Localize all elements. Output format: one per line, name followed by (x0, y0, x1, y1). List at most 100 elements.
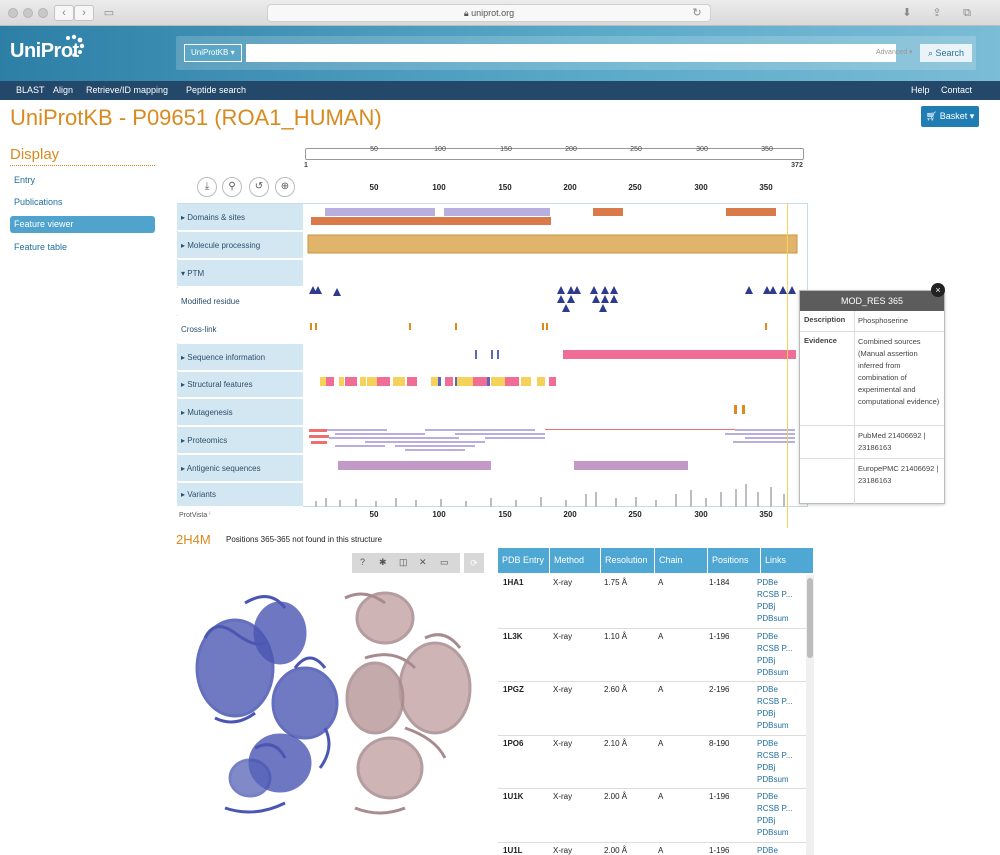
track-ptm[interactable]: ▾ PTM (177, 260, 303, 287)
track-domains-sites[interactable]: ▸ Domains & sites (177, 204, 303, 231)
pdb-link[interactable]: RCSB P... (754, 750, 792, 762)
close-window-button[interactable] (8, 8, 18, 18)
col-chain[interactable]: Chain (655, 548, 708, 573)
col-method[interactable]: Method (550, 548, 601, 573)
pdb-link[interactable]: PDBe (754, 684, 778, 696)
track-mutagenesis[interactable]: ▸ Mutagenesis (177, 399, 303, 426)
tooltip-europepmc-row[interactable]: EuropePMC 21406692 | 23186163 (800, 459, 944, 503)
pdb-link[interactable]: PDBe (754, 791, 778, 803)
region-1[interactable] (311, 217, 431, 225)
table-scrollbar-thumb[interactable] (807, 578, 813, 658)
share-icon[interactable]: ⇪ (928, 5, 946, 21)
back-button[interactable]: ‹ (54, 5, 74, 21)
chain-feature[interactable] (307, 234, 798, 254)
help-icon[interactable]: ? (360, 557, 365, 567)
track-sequence-information[interactable]: ▸ Sequence information (177, 344, 303, 371)
col-positions[interactable]: Positions (708, 548, 761, 573)
sidebar-item-entry[interactable]: Entry (10, 172, 155, 189)
nav-align[interactable]: Align (53, 85, 73, 95)
cross-link-markers[interactable] (310, 323, 767, 330)
sidebar-item-feature-table[interactable]: Feature table (10, 239, 155, 256)
seq-conflict[interactable] (475, 350, 477, 359)
pdb-link[interactable]: PDBe (754, 631, 778, 643)
track-antigenic-sequences[interactable]: ▸ Antigenic sequences (177, 455, 303, 482)
track-molecule-processing[interactable]: ▸ Molecule processing (177, 232, 303, 259)
pdb-link[interactable]: PDBj (754, 708, 775, 720)
mutagenesis-site[interactable] (742, 405, 745, 414)
pdb-link[interactable]: RCSB P... (754, 589, 792, 601)
track-proteomics[interactable]: ▸ Proteomics (177, 427, 303, 454)
track-structural-features[interactable]: ▸ Structural features (177, 372, 303, 398)
nav-help[interactable]: Help (911, 85, 930, 95)
sequence-ruler[interactable]: 50 100 150 200 250 300 350 1 372 (304, 143, 804, 169)
pdb-link[interactable]: PDBj (754, 655, 775, 667)
sidebar-item-feature-viewer[interactable]: Feature viewer (10, 216, 155, 233)
address-bar[interactable]: 🔒︎ uniprot.org (267, 4, 711, 22)
expand-icon[interactable]: ⟳ (464, 553, 484, 573)
domain-rrm2[interactable] (444, 208, 550, 216)
zoom-window-button[interactable] (38, 8, 48, 18)
seq-conflict[interactable] (497, 350, 499, 359)
basket-button[interactable]: 🛒︎ Basket ▾ (921, 106, 979, 127)
advanced-search-link[interactable]: Advanced ▾ (876, 48, 913, 56)
pdb-link[interactable]: PDBsum (754, 774, 789, 786)
tabs-icon[interactable]: ⧉ (958, 5, 976, 21)
pdb-link[interactable]: RCSB P... (754, 643, 792, 655)
region-4[interactable] (726, 208, 776, 216)
antigenic-region-1[interactable] (338, 461, 491, 470)
structural-features[interactable] (320, 377, 556, 386)
pdb-link[interactable]: PDBe (754, 577, 778, 589)
region-2[interactable] (431, 217, 551, 225)
molecule-3d-view[interactable] (185, 578, 485, 828)
fullscreen-icon[interactable]: ▭ (440, 557, 449, 568)
camera-icon[interactable]: ◫ (399, 557, 408, 568)
tooltip-pubmed-link[interactable]: PubMed 21406692 | 23186163 (858, 430, 942, 454)
pin-icon[interactable]: ⚲ (222, 177, 242, 197)
settings-icon[interactable]: ✱ (379, 557, 387, 568)
close-icon[interactable]: × (931, 283, 945, 297)
pdb-link[interactable]: RCSB P... (754, 803, 792, 815)
sidebar-item-publications[interactable]: Publications (10, 194, 155, 211)
nav-contact[interactable]: Contact (941, 85, 972, 95)
database-select[interactable]: UniProtKB ▾ (184, 44, 242, 62)
pdb-link[interactable]: PDBj (754, 762, 775, 774)
feature-tracks-graphic[interactable] (305, 204, 808, 508)
antigenic-region-2[interactable] (574, 461, 688, 470)
pdb-link[interactable]: RCSB P... (754, 696, 792, 708)
download-icon[interactable]: ⬇ (898, 5, 916, 21)
seq-conflict[interactable] (491, 350, 493, 359)
reload-icon[interactable]: ↻ (688, 5, 706, 21)
reset-icon[interactable]: ↺ (249, 177, 269, 197)
nav-retrieve[interactable]: Retrieve/ID mapping (86, 85, 168, 95)
sidebar-icon[interactable]: ▭ (100, 5, 118, 21)
minimize-window-button[interactable] (23, 8, 33, 18)
col-resolution[interactable]: Resolution (601, 548, 655, 573)
mutagenesis-site[interactable] (734, 405, 737, 414)
pdb-link[interactable]: PDBsum (754, 613, 789, 625)
nav-blast[interactable]: BLAST (16, 85, 45, 95)
compositional-bias[interactable] (563, 350, 796, 359)
modified-residue-markers[interactable] (309, 286, 796, 312)
region-3[interactable] (593, 208, 623, 216)
tooltip-pubmed-row[interactable]: PubMed 21406692 | 23186163 (800, 426, 944, 459)
col-pdb-entry[interactable]: PDB Entry (498, 548, 550, 573)
download-icon[interactable]: ⤓ (197, 177, 217, 197)
ruler-bar[interactable] (305, 148, 804, 160)
pdb-link[interactable]: PDBe (754, 738, 778, 750)
pdb-link[interactable]: PDBj (754, 815, 775, 827)
search-button[interactable]: ⌕ Search (920, 44, 972, 62)
protvista-label[interactable]: ProtVista ⁱ (179, 511, 210, 519)
nav-peptide-search[interactable]: Peptide search (186, 85, 246, 95)
pdb-link[interactable]: PDBsum (754, 720, 789, 732)
tooltip-europepmc-link[interactable]: EuropePMC 21406692 | 23186163 (858, 463, 942, 487)
forward-button[interactable]: › (74, 5, 94, 21)
search-input[interactable] (246, 44, 896, 62)
pdb-link[interactable]: PDBj (754, 601, 775, 613)
pdb-link[interactable]: PDBsum (754, 827, 789, 839)
zoom-icon[interactable]: ⊕ (275, 177, 295, 197)
track-variants[interactable]: ▸ Variants (177, 483, 303, 507)
variants-histogram[interactable] (315, 484, 785, 507)
col-links[interactable]: Links (761, 548, 814, 573)
pdb-link[interactable]: PDBe (754, 845, 778, 855)
domain-rrm1[interactable] (325, 208, 435, 216)
